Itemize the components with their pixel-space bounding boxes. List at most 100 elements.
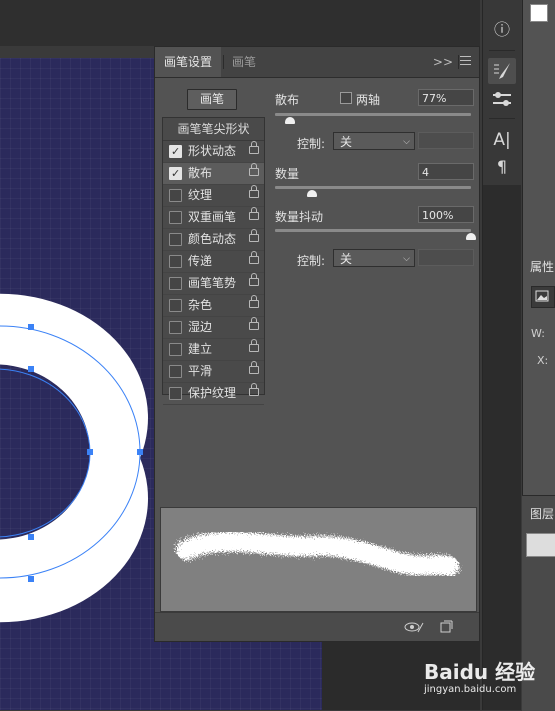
document-top-bar <box>0 0 480 46</box>
option-label: 散布 <box>188 166 213 180</box>
option-checkbox[interactable] <box>169 299 182 312</box>
brush-option-rows: 形状动态散布纹理双重画笔颜色动态传递画笔笔势杂色湿边建立平滑保护纹理 <box>163 141 264 405</box>
option-label: 纹理 <box>188 188 213 202</box>
control2-select-value: 关 <box>340 252 353 266</box>
lock-icon[interactable] <box>249 317 259 330</box>
lock-icon[interactable] <box>249 207 259 220</box>
watermark-url: jingyan.baidu.com <box>424 684 517 695</box>
brushes-button[interactable]: 画笔 <box>187 89 237 110</box>
tab-separator <box>458 55 459 69</box>
control-select[interactable]: 关 ⌵ <box>333 132 415 150</box>
x-label: X: <box>537 354 549 367</box>
option-label: 杂色 <box>188 298 213 312</box>
panel-icon-strip: ⓘ A| ¶ <box>482 0 521 185</box>
brush-settings-icon[interactable] <box>488 58 516 84</box>
brush-option-row[interactable]: 杂色 <box>163 295 264 317</box>
count-slider-track[interactable] <box>275 186 471 189</box>
baidu-jingyan-logo: Baidu 经验 <box>424 660 536 684</box>
brush-option-row[interactable]: 保护纹理 <box>163 383 264 405</box>
count-jitter-slider-track[interactable] <box>275 229 471 232</box>
both-axes-checkbox[interactable] <box>340 92 352 104</box>
toggle-preview-icon[interactable] <box>403 620 425 634</box>
anchor-point[interactable] <box>137 449 143 455</box>
brush-option-row[interactable]: 平滑 <box>163 361 264 383</box>
panel-menu-icon[interactable] <box>460 56 471 68</box>
scatter-label: 散布 <box>275 93 300 107</box>
brush-tip-shape-item[interactable]: 画笔笔尖形状 <box>163 118 264 141</box>
brush-option-row[interactable]: 形状动态 <box>163 141 264 163</box>
anchor-point[interactable] <box>87 449 93 455</box>
paragraph-icon[interactable]: ¶ <box>488 154 516 180</box>
lock-icon[interactable] <box>249 251 259 264</box>
scatter-value-input[interactable]: 77% <box>418 89 474 106</box>
scatter-slider-track[interactable] <box>275 113 471 116</box>
lock-icon[interactable] <box>249 163 259 176</box>
option-checkbox[interactable] <box>169 255 182 268</box>
create-new-brush-icon[interactable] <box>439 620 453 634</box>
count-value-input[interactable]: 4 <box>418 163 474 180</box>
option-checkbox[interactable] <box>169 141 182 162</box>
image-glyph <box>535 290 549 302</box>
tab-brushes[interactable]: 画笔 <box>223 47 265 77</box>
control2-disabled-input <box>418 249 474 266</box>
brush-stroke-preview <box>160 507 477 612</box>
anchor-point[interactable] <box>28 576 34 582</box>
option-label: 颜色动态 <box>188 232 237 246</box>
option-checkbox[interactable] <box>169 211 182 224</box>
count-jitter-value-input[interactable]: 100% <box>418 206 474 223</box>
chevron-down-icon: ⌵ <box>403 254 410 264</box>
info-icon[interactable]: ⓘ <box>488 17 516 43</box>
tab-brush-settings[interactable]: 画笔设置 <box>155 47 222 77</box>
stroke-preview-graphic <box>176 531 459 576</box>
collapse-panel-icon[interactable]: >> <box>433 47 453 77</box>
brush-option-row[interactable]: 纹理 <box>163 185 264 207</box>
control2-select[interactable]: 关 ⌵ <box>333 249 415 267</box>
option-label: 传递 <box>188 254 213 268</box>
layer-thumbnail[interactable] <box>526 533 555 557</box>
option-checkbox[interactable] <box>169 233 182 246</box>
layers-panel-title[interactable]: 图层 <box>530 505 554 522</box>
option-checkbox[interactable] <box>169 343 182 356</box>
control-select-value: 关 <box>340 135 353 149</box>
control-disabled-input <box>418 132 474 149</box>
lock-icon[interactable] <box>249 141 259 154</box>
properties-panel-title[interactable]: 属性 <box>530 258 554 275</box>
brush-option-row[interactable]: 画笔笔势 <box>163 273 264 295</box>
option-label: 双重画笔 <box>188 210 237 224</box>
control2-label: 控制: <box>297 254 326 268</box>
width-label: W: <box>531 327 545 340</box>
brush-option-row[interactable]: 建立 <box>163 339 264 361</box>
brush-settings-glyph <box>494 63 510 79</box>
lock-icon[interactable] <box>249 339 259 352</box>
brush-option-row[interactable]: 传递 <box>163 251 264 273</box>
lock-icon[interactable] <box>249 361 259 374</box>
brush-tool-presets-icon[interactable] <box>488 86 516 112</box>
count-jitter-label: 数量抖动 <box>275 210 324 224</box>
option-checkbox[interactable] <box>169 189 182 202</box>
foreground-color-swatch[interactable] <box>530 4 548 22</box>
chevron-down-icon: ⌵ <box>403 137 410 147</box>
option-checkbox[interactable] <box>169 163 182 184</box>
control-label: 控制: <box>297 137 326 151</box>
option-checkbox[interactable] <box>169 277 182 290</box>
option-checkbox[interactable] <box>169 321 182 334</box>
anchor-point[interactable] <box>28 324 34 330</box>
option-checkbox[interactable] <box>169 387 182 400</box>
option-label: 湿边 <box>188 320 213 334</box>
anchor-point[interactable] <box>28 534 34 540</box>
image-icon[interactable] <box>531 286 555 308</box>
lock-icon[interactable] <box>249 185 259 198</box>
anchor-point[interactable] <box>28 366 34 372</box>
lock-icon[interactable] <box>249 383 259 396</box>
character-icon[interactable]: A| <box>488 127 516 153</box>
option-label: 保护纹理 <box>188 386 237 400</box>
lock-icon[interactable] <box>249 229 259 242</box>
brush-option-row[interactable]: 颜色动态 <box>163 229 264 251</box>
lock-icon[interactable] <box>249 295 259 308</box>
panel-footer <box>155 612 479 641</box>
brush-option-row[interactable]: 散布 <box>163 163 264 185</box>
brush-option-row[interactable]: 双重画笔 <box>163 207 264 229</box>
brush-option-row[interactable]: 湿边 <box>163 317 264 339</box>
lock-icon[interactable] <box>249 273 259 286</box>
option-checkbox[interactable] <box>169 365 182 378</box>
